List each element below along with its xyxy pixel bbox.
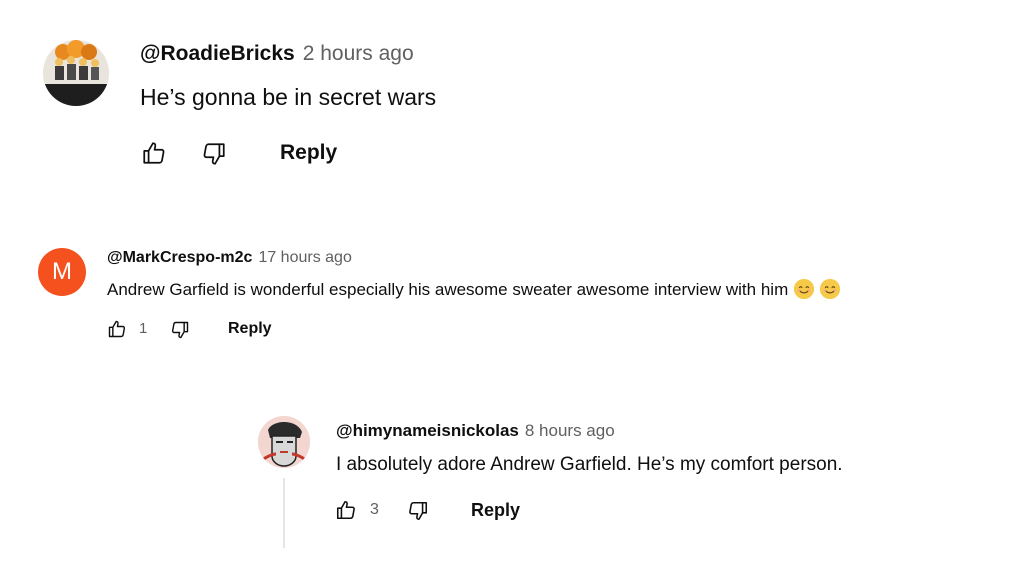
comment-header: @MarkCrespo-m2c 17 hours ago — [107, 249, 352, 267]
avatar[interactable] — [43, 40, 109, 106]
avatar[interactable]: M — [38, 248, 86, 296]
thumb-down-icon[interactable] — [407, 500, 429, 522]
avatar[interactable] — [258, 416, 310, 468]
avatar-lego-image — [43, 40, 109, 106]
avatar-letter: M — [52, 258, 72, 285]
comment-header: @RoadieBricks 2 hours ago — [140, 42, 414, 66]
thumb-up-icon[interactable] — [335, 499, 357, 521]
timestamp[interactable]: 8 hours ago — [525, 421, 615, 440]
like-count: 1 — [139, 320, 148, 337]
avatar-cartoon-image — [258, 416, 310, 468]
comment-header: @himynameisnickolas 8 hours ago — [336, 421, 615, 441]
comment-text: Andrew Garfield is wonderful especially … — [107, 280, 789, 299]
timestamp[interactable]: 17 hours ago — [258, 249, 351, 266]
smiling-face-emoji-icon — [794, 279, 815, 299]
thumb-up-icon[interactable] — [141, 140, 167, 166]
author-name[interactable]: @himynameisnickolas — [336, 421, 519, 440]
comment-text: He’s gonna be in secret wars — [140, 84, 437, 110]
reply-button[interactable]: Reply — [471, 500, 520, 521]
reply-button[interactable]: Reply — [228, 320, 272, 338]
thumb-down-icon[interactable] — [170, 320, 190, 340]
timestamp[interactable]: 2 hours ago — [303, 42, 414, 65]
smiling-face-emoji-icon — [820, 279, 841, 299]
reply-button[interactable]: Reply — [280, 141, 337, 165]
comment-text-row: Andrew Garfield is wonderful especially … — [107, 279, 841, 300]
author-name[interactable]: @MarkCrespo-m2c — [107, 249, 252, 266]
author-name[interactable]: @RoadieBricks — [140, 42, 295, 65]
like-count: 3 — [370, 501, 379, 518]
thread-line — [283, 478, 285, 548]
thumb-down-icon[interactable] — [201, 141, 227, 167]
comment-text: I absolutely adore Andrew Garfield. He’s… — [336, 454, 843, 475]
thumb-up-icon[interactable] — [107, 319, 127, 339]
